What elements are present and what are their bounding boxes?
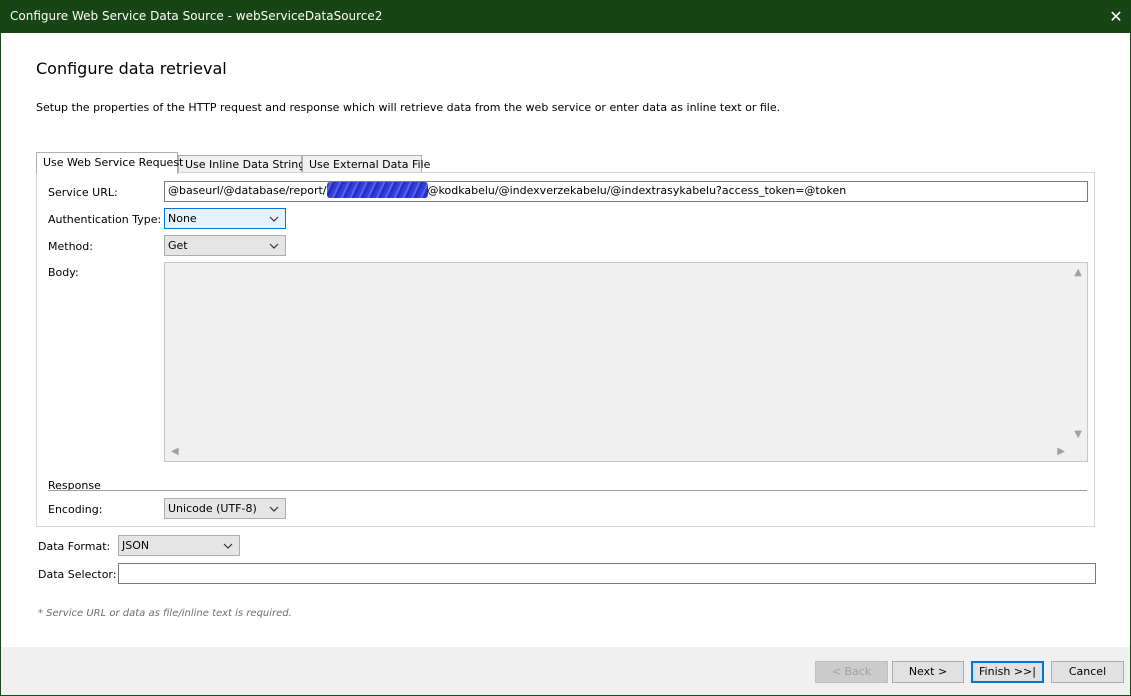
response-divider (48, 490, 1087, 491)
encoding-value: Unicode (UTF-8) (168, 502, 257, 515)
encoding-select[interactable]: Unicode (UTF-8) (164, 498, 286, 519)
method-value: Get (168, 239, 188, 252)
scroll-up-icon[interactable]: ▲ (1074, 267, 1082, 278)
back-button[interactable]: < Back (815, 661, 888, 683)
service-url-prefix: @baseurl/@database/report/ (168, 184, 327, 197)
scroll-right-icon[interactable]: ▶ (1057, 446, 1065, 457)
tab-external-data-file[interactable]: Use External Data File (302, 155, 430, 173)
tab-web-service-request[interactable]: Use Web Service Request (36, 152, 183, 174)
tab-inline-data-string[interactable]: Use Inline Data String (178, 155, 305, 173)
scroll-down-icon[interactable]: ▼ (1074, 429, 1082, 440)
page-description: Setup the properties of the HTTP request… (36, 101, 781, 114)
chevron-down-icon (269, 506, 279, 512)
service-url-suffix: @kodkabelu/@indexverzekabelu/@indextrasy… (427, 184, 847, 197)
close-icon[interactable]: ✕ (1101, 0, 1131, 33)
cancel-button[interactable]: Cancel (1051, 661, 1124, 683)
auth-type-select[interactable]: None (164, 208, 286, 229)
encoding-label: Encoding: (48, 503, 103, 516)
method-label: Method: (48, 240, 93, 253)
data-format-select[interactable]: JSON (118, 535, 240, 556)
data-selector-input[interactable] (118, 563, 1096, 584)
chevron-down-icon (269, 216, 279, 222)
window-title: Configure Web Service Data Source - webS… (10, 9, 383, 23)
service-url-label: Service URL: (48, 186, 118, 199)
button-bar: < Back Next > Finish >>| Cancel (1, 647, 1130, 695)
body-textarea[interactable]: ▲ ▼ ◀ ▶ (164, 262, 1088, 462)
chevron-down-icon (269, 243, 279, 249)
body-label: Body: (48, 266, 79, 279)
redaction-scribble (326, 182, 428, 198)
chevron-down-icon (223, 543, 233, 549)
page-title: Configure data retrieval (36, 59, 227, 78)
service-url-input[interactable]: @baseurl/@database/report/ @kodkabelu/@in… (164, 181, 1088, 202)
data-format-value: JSON (122, 539, 150, 552)
required-note: * Service URL or data as file/inline tex… (38, 608, 292, 619)
finish-button[interactable]: Finish >>| (971, 661, 1044, 683)
scroll-left-icon[interactable]: ◀ (171, 446, 179, 457)
tab-panel: Service URL: @baseurl/@database/report/@… (36, 172, 1095, 527)
auth-type-value: None (168, 212, 197, 225)
data-selector-label: Data Selector: (38, 568, 117, 581)
auth-type-label: Authentication Type: (48, 213, 162, 226)
method-select[interactable]: Get (164, 235, 286, 256)
data-format-label: Data Format: (38, 540, 111, 553)
title-bar[interactable]: Configure Web Service Data Source - webS… (0, 0, 1131, 33)
next-button[interactable]: Next > (892, 661, 964, 683)
